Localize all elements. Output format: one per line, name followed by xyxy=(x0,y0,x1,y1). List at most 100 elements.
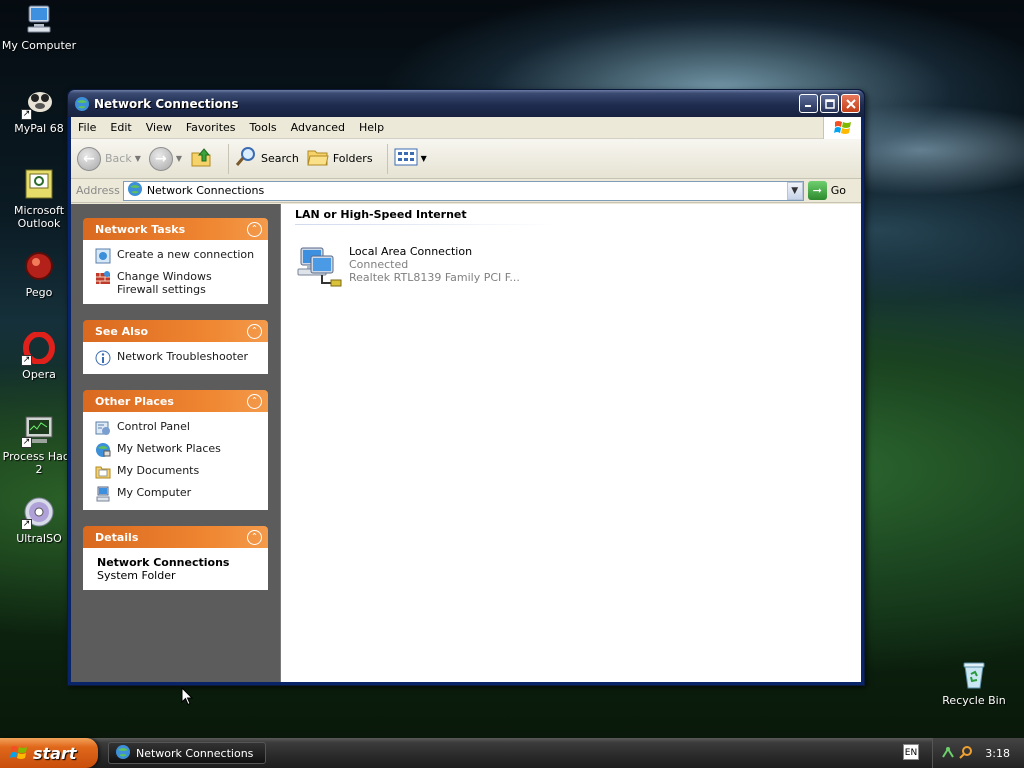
views-icon xyxy=(394,147,418,170)
chevron-down-icon[interactable]: ▼ xyxy=(176,154,182,163)
address-value: Network Connections xyxy=(146,184,265,197)
collapse-chevron-icon[interactable]: ⌃ xyxy=(247,529,262,545)
connection-device: Realtek RTL8139 Family PCI F... xyxy=(349,271,520,284)
desktop-icon-label: My Computer xyxy=(1,39,77,52)
mouse-cursor-icon xyxy=(181,686,194,709)
menu-file[interactable]: File xyxy=(71,121,103,134)
search-tray-icon[interactable] xyxy=(959,745,973,762)
back-label: Back xyxy=(105,152,132,165)
mypal-icon: ↗ xyxy=(21,86,55,120)
menu-advanced[interactable]: Advanced xyxy=(284,121,352,134)
task-label: Create a new connection xyxy=(117,248,255,261)
network-connections-icon xyxy=(74,96,90,112)
folders-button[interactable]: Folders xyxy=(307,147,373,170)
opera-icon: ↗ xyxy=(21,331,55,366)
local-area-connection-item[interactable]: Local Area Connection Connected Realtek … xyxy=(295,245,847,293)
menu-tools[interactable]: Tools xyxy=(243,121,284,134)
network-troubleshooter-link[interactable]: Network Troubleshooter xyxy=(95,350,256,366)
my-documents-link[interactable]: My Documents xyxy=(95,464,256,480)
task-pane: Network Tasks ⌃ Create a new connection xyxy=(71,204,281,682)
start-label: start xyxy=(33,743,77,763)
system-tray: 3:18 xyxy=(932,738,1024,768)
shortcut-arrow-icon: ↗ xyxy=(21,109,32,120)
menu-bar: File Edit View Favorites Tools Advanced … xyxy=(71,117,861,139)
network-tray-icon[interactable] xyxy=(941,745,955,762)
lan-connection-icon xyxy=(295,245,343,293)
task-label: My Documents xyxy=(117,464,200,477)
back-arrow-icon: ← xyxy=(77,146,101,171)
recycle-bin-icon xyxy=(958,658,990,690)
folder-up-icon xyxy=(190,145,214,172)
clock[interactable]: 3:18 xyxy=(985,747,1010,760)
shortcut-arrow-icon: ↗ xyxy=(21,519,32,530)
collapse-chevron-icon[interactable]: ⌃ xyxy=(247,323,262,339)
change-firewall-settings-link[interactable]: Change Windows Firewall settings xyxy=(95,270,256,296)
collapse-chevron-icon[interactable]: ⌃ xyxy=(247,393,262,409)
chevron-down-icon[interactable]: ▼ xyxy=(135,154,141,163)
menu-edit[interactable]: Edit xyxy=(103,121,138,134)
title-bar[interactable]: Network Connections xyxy=(68,90,864,117)
ultraiso-icon: ↗ xyxy=(21,496,55,530)
search-button[interactable]: Search xyxy=(235,146,299,171)
views-button[interactable]: ▼ xyxy=(394,147,427,170)
connection-status: Connected xyxy=(349,258,409,271)
panel-title: Details xyxy=(95,530,139,544)
other-places-header[interactable]: Other Places ⌃ xyxy=(83,390,268,412)
address-field[interactable]: Network Connections ▼ xyxy=(122,180,804,201)
windows-logo-icon xyxy=(823,117,861,139)
panel-title: Network Tasks xyxy=(95,222,186,236)
language-indicator[interactable]: EN xyxy=(903,744,919,760)
my-network-places-link[interactable]: My Network Places xyxy=(95,442,256,458)
maximize-button[interactable] xyxy=(820,94,839,113)
menu-help[interactable]: Help xyxy=(352,121,391,134)
search-label: Search xyxy=(261,152,299,165)
chevron-down-icon[interactable]: ▼ xyxy=(421,154,427,163)
address-bar: Address Network Connections ▼ ➞ Go xyxy=(71,179,861,203)
menu-view[interactable]: View xyxy=(139,121,179,134)
taskbar-button-label: Network Connections xyxy=(136,746,254,760)
taskbar: start Network Connections EN 3:18 xyxy=(0,738,1024,768)
shortcut-arrow-icon: ↗ xyxy=(21,437,32,448)
task-label: My Network Places xyxy=(117,442,221,455)
network-tasks-header[interactable]: Network Tasks ⌃ xyxy=(83,218,268,240)
firewall-icon xyxy=(95,270,111,286)
windows-flag-icon xyxy=(10,744,28,762)
forward-button[interactable]: → ▼ xyxy=(148,146,182,171)
up-button[interactable] xyxy=(190,145,214,172)
back-button[interactable]: ← Back ▼ xyxy=(77,146,141,171)
close-button[interactable] xyxy=(841,94,860,113)
address-label: Address xyxy=(76,184,120,197)
details-panel: Details ⌃ Network Connections System Fol… xyxy=(83,526,268,590)
control-panel-link[interactable]: Control Panel xyxy=(95,420,256,436)
details-name: Network Connections xyxy=(97,556,230,569)
taskbar-button-network-connections[interactable]: Network Connections xyxy=(108,742,266,764)
menu-favorites[interactable]: Favorites xyxy=(179,121,243,134)
task-label: Change Windows Firewall settings xyxy=(117,270,212,296)
toolbar-separator xyxy=(228,143,230,174)
desktop-icon-recycle-bin[interactable]: Recycle Bin xyxy=(935,658,1013,707)
minimize-button[interactable] xyxy=(799,94,818,113)
details-type: System Folder xyxy=(97,569,176,582)
documents-folder-icon xyxy=(95,464,111,480)
collapse-chevron-icon[interactable]: ⌃ xyxy=(247,221,262,237)
go-label: Go xyxy=(830,184,846,197)
task-label: My Computer xyxy=(117,486,192,499)
outlook-icon xyxy=(23,168,55,200)
file-list-view[interactable]: LAN or High-Speed Internet Local Area Co… xyxy=(281,204,861,682)
see-also-panel: See Also ⌃ Network Troubleshooter xyxy=(83,320,268,374)
task-label: Network Troubleshooter xyxy=(117,350,249,363)
details-header[interactable]: Details ⌃ xyxy=(83,526,268,548)
address-dropdown-icon[interactable]: ▼ xyxy=(786,181,803,200)
other-places-panel: Other Places ⌃ Control Panel My Network … xyxy=(83,390,268,510)
see-also-header[interactable]: See Also ⌃ xyxy=(83,320,268,342)
desktop-icon-my-computer[interactable]: My Computer xyxy=(0,3,78,52)
forward-arrow-icon: → xyxy=(148,146,173,171)
create-new-connection-link[interactable]: Create a new connection xyxy=(95,248,256,264)
group-header: LAN or High-Speed Internet xyxy=(295,208,560,225)
go-button[interactable]: ➞ Go xyxy=(807,181,858,200)
network-connections-icon xyxy=(115,744,131,763)
start-button[interactable]: start xyxy=(0,738,98,768)
network-connections-window: Network Connections File Edit View Favor… xyxy=(67,89,865,686)
shortcut-arrow-icon: ↗ xyxy=(21,355,32,366)
my-computer-link[interactable]: My Computer xyxy=(95,486,256,502)
